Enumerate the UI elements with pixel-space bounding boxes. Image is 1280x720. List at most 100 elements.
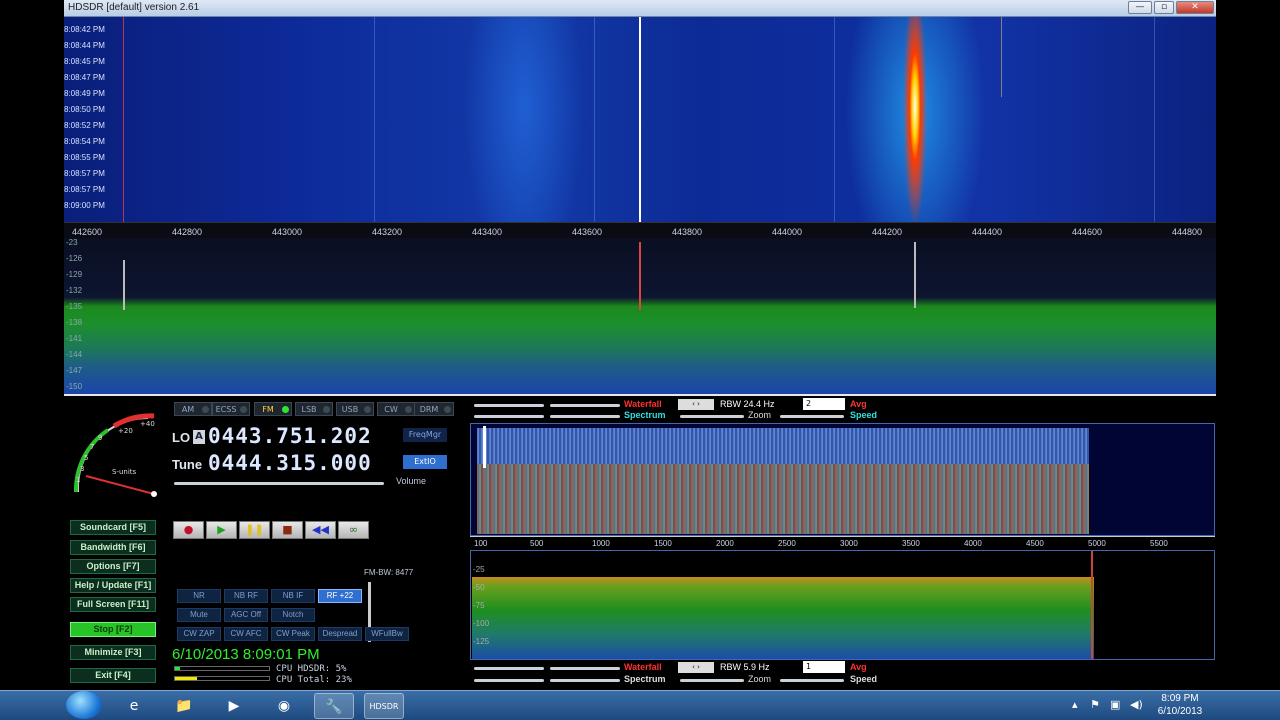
side-button[interactable]: Bandwidth [F6] (70, 540, 156, 555)
loop-button[interactable]: ∞ (338, 521, 369, 539)
side-button[interactable]: Minimize [F3] (70, 645, 156, 660)
mode-button-am[interactable]: AM (174, 402, 212, 416)
avg-label: Avg (850, 399, 867, 409)
smeter-tick: 5 (84, 454, 88, 462)
spectrum-tune-marker (639, 242, 641, 310)
dsp-button[interactable]: NB IF (271, 589, 315, 603)
zoom-slider[interactable] (680, 415, 744, 418)
dsp-button[interactable]: Mute (177, 608, 221, 622)
volume-icon[interactable]: ◀) (1130, 698, 1143, 711)
avg-select[interactable]: 2 (803, 398, 845, 410)
side-button[interactable]: Soundcard [F5] (70, 520, 156, 535)
zoom2-slider[interactable] (680, 679, 744, 682)
network-icon[interactable]: ▣ (1110, 698, 1120, 711)
waterfall-timestamp: 8:08:47 PM (64, 73, 105, 82)
rf-spectrum[interactable]: -23 -126 -129 -132 -135 -138 -141 -144 -147 -150 (64, 238, 1216, 394)
mode-button-ecss[interactable]: ECSS (212, 402, 250, 416)
minimize-button[interactable]: — (1128, 1, 1152, 14)
audio-spectrum-slider-1[interactable] (474, 415, 544, 418)
start-button[interactable] (66, 691, 102, 719)
waterfall-carrier (1001, 17, 1002, 97)
side-button[interactable]: Stop [F2] (70, 622, 156, 637)
mode-button-lsb[interactable]: LSB (295, 402, 333, 416)
dsp-button[interactable]: Despread (318, 627, 362, 641)
audio-db-label: -25 (473, 565, 485, 574)
taskbar-clock[interactable]: 8:09 PM 6/10/2013 (1150, 692, 1210, 718)
audio-waterfall-slider-4[interactable] (550, 667, 620, 670)
spectrum-db-label: -132 (66, 286, 83, 295)
audio-waterfall-slider-1[interactable] (474, 404, 544, 407)
stop-playback-button[interactable]: ■ (272, 521, 303, 539)
rbw-stepper[interactable]: ‹ › (678, 399, 714, 410)
lo-frequency-display[interactable]: 0443.751.202 (208, 424, 372, 448)
maximize-button[interactable]: ▫ (1154, 1, 1174, 14)
tray-expand-icon[interactable]: ▴ (1072, 698, 1078, 711)
freqmgr-button[interactable]: FreqMgr (403, 428, 447, 442)
audio-waterfall[interactable] (470, 423, 1215, 536)
dsp-button[interactable]: CW ZAP (177, 627, 221, 641)
smeter-label: S-units (112, 468, 137, 476)
chrome-icon[interactable]: ◉ (264, 693, 304, 719)
dsp-button[interactable]: NR (177, 589, 221, 603)
pause-button[interactable]: ❚❚ (239, 521, 270, 539)
close-button[interactable]: ✕ (1176, 1, 1214, 14)
cpu-hdsdr-bar (174, 666, 270, 671)
side-button[interactable]: Exit [F4] (70, 668, 156, 683)
media-player-icon[interactable]: ▶ (214, 693, 254, 719)
mode-button-cw[interactable]: CW (377, 402, 415, 416)
audio-waterfall-slider-3[interactable] (474, 667, 544, 670)
mode-button-drm[interactable]: DRM (414, 402, 454, 416)
audio-spectrum-slider-4[interactable] (550, 679, 620, 682)
dsp-button[interactable]: NB RF (224, 589, 268, 603)
mode-button-usb[interactable]: USB (336, 402, 374, 416)
avg2-select[interactable]: 1 (803, 661, 845, 673)
tune-frequency-display[interactable]: 0444.315.000 (208, 451, 372, 475)
speed-label: Speed (850, 410, 878, 420)
speed2-slider[interactable] (780, 679, 844, 682)
hdsdr-app-icon[interactable]: HDSDR (364, 693, 404, 719)
tune-cursor-line[interactable] (639, 17, 641, 222)
audio-frequency-tick: 3000 (840, 539, 858, 548)
speed-slider[interactable] (780, 415, 844, 418)
dsp-button[interactable]: Notch (271, 608, 315, 622)
file-explorer-icon[interactable]: 📁 (164, 693, 204, 719)
tool-app-icon[interactable]: 🔧 (314, 693, 354, 719)
smeter-tick: 9 (98, 434, 102, 442)
rbw2-stepper[interactable]: ‹ › (678, 662, 714, 673)
s-meter: 1 3 5 7 9 +20 +40 S-units (73, 413, 157, 497)
audio-waterfall-recent (477, 428, 1089, 464)
audio-spectrum-slider-3[interactable] (474, 679, 544, 682)
window-titlebar[interactable]: HDSDR [default] version 2.61 — ▫ ✕ (64, 0, 1216, 17)
cpu-total-label: CPU Total: 23% (276, 675, 352, 685)
side-button[interactable]: Help / Update [F1] (70, 578, 156, 593)
waterfall-timestamp: 8:09:00 PM (64, 201, 105, 210)
audio-spectrum-slider-2[interactable] (550, 415, 620, 418)
side-button[interactable]: Options [F7] (70, 559, 156, 574)
mode-led-icon (444, 406, 451, 413)
mode-button-fm[interactable]: FM (254, 402, 292, 416)
action-center-flag-icon[interactable]: ⚑ (1090, 698, 1100, 711)
rf-waterfall[interactable]: 8:08:42 PM 8:08:44 PM 8:08:45 PM 8:08:47 PM… (64, 17, 1216, 222)
mode-label: DRM (419, 405, 439, 414)
audio-spectrum[interactable]: -25 -50 -75 -100 -125 (470, 550, 1215, 660)
desktop-left-edge (0, 0, 64, 690)
record-button[interactable]: ● (173, 521, 204, 539)
volume-slider[interactable] (174, 482, 384, 485)
internet-explorer-icon[interactable]: e (114, 693, 154, 719)
side-button[interactable]: Full Screen [F11] (70, 597, 156, 612)
mode-led-icon (323, 406, 330, 413)
dsp-button[interactable]: AGC Off (224, 608, 268, 622)
dsp-button[interactable]: RF +22 (318, 589, 362, 603)
lo-vfo-badge[interactable]: A (193, 430, 205, 444)
audio-waterfall-slider-2[interactable] (550, 404, 620, 407)
dsp-button[interactable]: CW Peak (271, 627, 315, 641)
extio-button[interactable]: ExtIO (403, 455, 447, 469)
mode-led-icon (405, 406, 412, 413)
waterfall-timestamp: 8:08:49 PM (64, 89, 105, 98)
waterfall-gridline (1154, 17, 1155, 222)
dsp-button[interactable]: WFullBw (365, 627, 409, 641)
dsp-button[interactable]: CW AFC (224, 627, 268, 641)
play-button[interactable]: ▶ (206, 521, 237, 539)
rewind-button[interactable]: ◀◀ (305, 521, 336, 539)
rf-frequency-scale[interactable]: 442600 442800 443000 443200 443400 443600 4438… (64, 222, 1216, 238)
